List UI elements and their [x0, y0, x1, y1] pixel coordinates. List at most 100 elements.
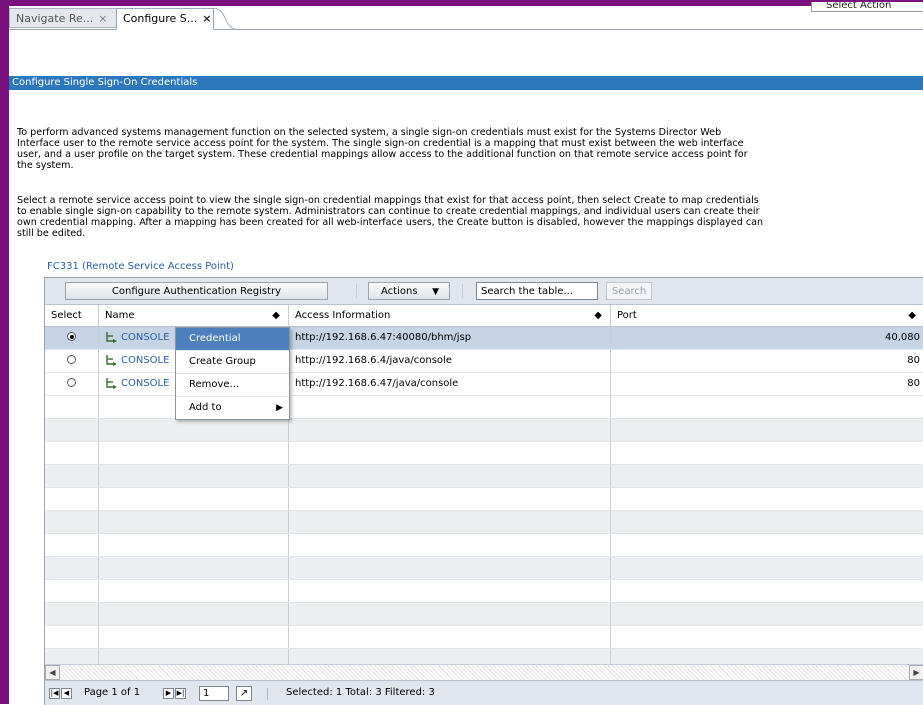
empty-row	[45, 488, 923, 511]
name-cell	[99, 442, 289, 464]
menu-item-label: Remove...	[189, 379, 240, 390]
system-icon	[106, 378, 117, 389]
tab-label: Configure S...	[123, 12, 198, 25]
tab-configure-sso[interactable]: Configure S... ×	[116, 8, 214, 30]
first-page-icon[interactable]: |◀	[49, 688, 60, 699]
port-cell	[611, 603, 923, 625]
actions-dropdown[interactable]: Actions ▼	[368, 282, 450, 300]
port-cell	[611, 442, 923, 464]
empty-row	[45, 442, 923, 465]
select-cell	[45, 580, 99, 602]
previous-page-icon[interactable]: ◀	[61, 688, 72, 699]
column-header-label: Port	[617, 310, 637, 321]
configure-auth-registry-button[interactable]: Configure Authentication Registry	[65, 282, 328, 300]
select-cell	[45, 419, 99, 441]
scroll-left-icon[interactable]: ◀	[45, 665, 60, 680]
name-cell	[99, 534, 289, 556]
go-to-page-icon[interactable]: ↗	[236, 686, 252, 701]
port-cell	[611, 511, 923, 533]
menu-item-label: Create Group	[189, 356, 256, 367]
select-cell	[45, 327, 99, 349]
system-name-link[interactable]: CONSOLE	[121, 332, 169, 343]
context-menu: Credential Create Group Remove... Add to ▶	[175, 327, 290, 420]
system-icon	[106, 332, 117, 343]
access-info-cell	[289, 580, 611, 602]
access-info-cell	[289, 557, 611, 579]
column-header-select: Select	[45, 305, 99, 326]
port-cell	[611, 419, 923, 441]
paragraph-line: Interface user to the remote service acc…	[17, 138, 744, 149]
select-action-dropdown[interactable]: Select Action	[811, 2, 923, 12]
port-cell	[611, 488, 923, 510]
menu-item-create-group[interactable]: Create Group	[176, 351, 289, 374]
sort-icon[interactable]: ◆	[908, 305, 916, 326]
access-info-cell: http://192.168.6.47:40080/bhm/jsp	[289, 327, 611, 349]
page-title: Configure Single Sign-On Credentials	[9, 76, 923, 90]
port-cell	[611, 557, 923, 579]
empty-row	[45, 580, 923, 603]
table-header: Select Name ◆ Access Information ◆ Port …	[45, 305, 923, 327]
name-cell	[99, 580, 289, 602]
system-name-link[interactable]: CONSOLE	[121, 378, 169, 389]
port-cell	[611, 396, 923, 418]
access-point-title: FC331 (Remote Service Access Point)	[47, 261, 234, 272]
port-cell	[611, 580, 923, 602]
paragraph-line: user, and a user profile on the target s…	[17, 149, 748, 160]
column-header-port[interactable]: Port ◆	[611, 305, 923, 326]
window-frame-left	[0, 0, 9, 704]
empty-row	[45, 557, 923, 580]
name-cell	[99, 557, 289, 579]
menu-item-credential[interactable]: Credential	[176, 328, 289, 351]
select-cell	[45, 465, 99, 487]
next-page-icon[interactable]: ▶	[163, 688, 174, 699]
empty-row	[45, 465, 923, 488]
sort-icon[interactable]: ◆	[272, 305, 280, 326]
horizontal-scrollbar[interactable]: ◀ ▶	[45, 664, 923, 680]
select-cell	[45, 442, 99, 464]
close-icon[interactable]: ×	[202, 12, 211, 25]
select-cell	[45, 603, 99, 625]
access-info-cell	[289, 603, 611, 625]
access-info-cell: http://192.168.6.47/java/console	[289, 373, 611, 395]
row-radio-button[interactable]	[67, 378, 76, 387]
port-cell	[611, 626, 923, 648]
select-cell	[45, 557, 99, 579]
empty-row	[45, 603, 923, 626]
column-header-name[interactable]: Name ◆	[99, 305, 289, 326]
menu-item-remove[interactable]: Remove...	[176, 374, 289, 397]
table-stats: Selected: 1 Total: 3 Filtered: 3	[286, 687, 435, 698]
row-radio-button[interactable]	[67, 355, 76, 364]
row-radio-button[interactable]	[67, 332, 76, 341]
description-paragraph-1: To perform advanced systems management f…	[17, 127, 923, 171]
menu-item-label: Credential	[189, 333, 241, 344]
search-button[interactable]: Search	[606, 282, 652, 300]
access-info-cell: http://192.168.6.4/java/console	[289, 350, 611, 372]
name-cell	[99, 603, 289, 625]
toolbar-separator	[462, 284, 463, 298]
name-cell	[99, 511, 289, 533]
page-label: Page 1 of 1	[84, 687, 141, 698]
column-header-label: Name	[105, 310, 135, 321]
name-cell	[99, 419, 289, 441]
access-info-cell	[289, 488, 611, 510]
paragraph-line: the system.	[17, 160, 74, 171]
menu-item-add-to[interactable]: Add to ▶	[176, 397, 289, 419]
paragraph-line: own credential mapping. After a mapping …	[17, 217, 764, 228]
select-cell	[45, 488, 99, 510]
search-input[interactable]	[476, 282, 598, 300]
empty-row	[45, 626, 923, 649]
page-number-input[interactable]	[199, 686, 229, 701]
empty-row	[45, 534, 923, 557]
select-cell	[45, 534, 99, 556]
close-icon[interactable]: ×	[98, 12, 107, 25]
tab-label: Navigate Re...	[16, 12, 94, 25]
access-info-cell	[289, 626, 611, 648]
column-header-access[interactable]: Access Information ◆	[289, 305, 611, 326]
select-cell	[45, 373, 99, 395]
tab-navigate-resources[interactable]: Navigate Re... ×	[9, 8, 117, 28]
scroll-right-icon[interactable]: ▶	[909, 665, 923, 680]
tab-edge-decoration	[213, 8, 235, 30]
last-page-icon[interactable]: ▶|	[175, 688, 186, 699]
system-name-link[interactable]: CONSOLE	[121, 355, 169, 366]
sort-icon[interactable]: ◆	[594, 305, 602, 326]
